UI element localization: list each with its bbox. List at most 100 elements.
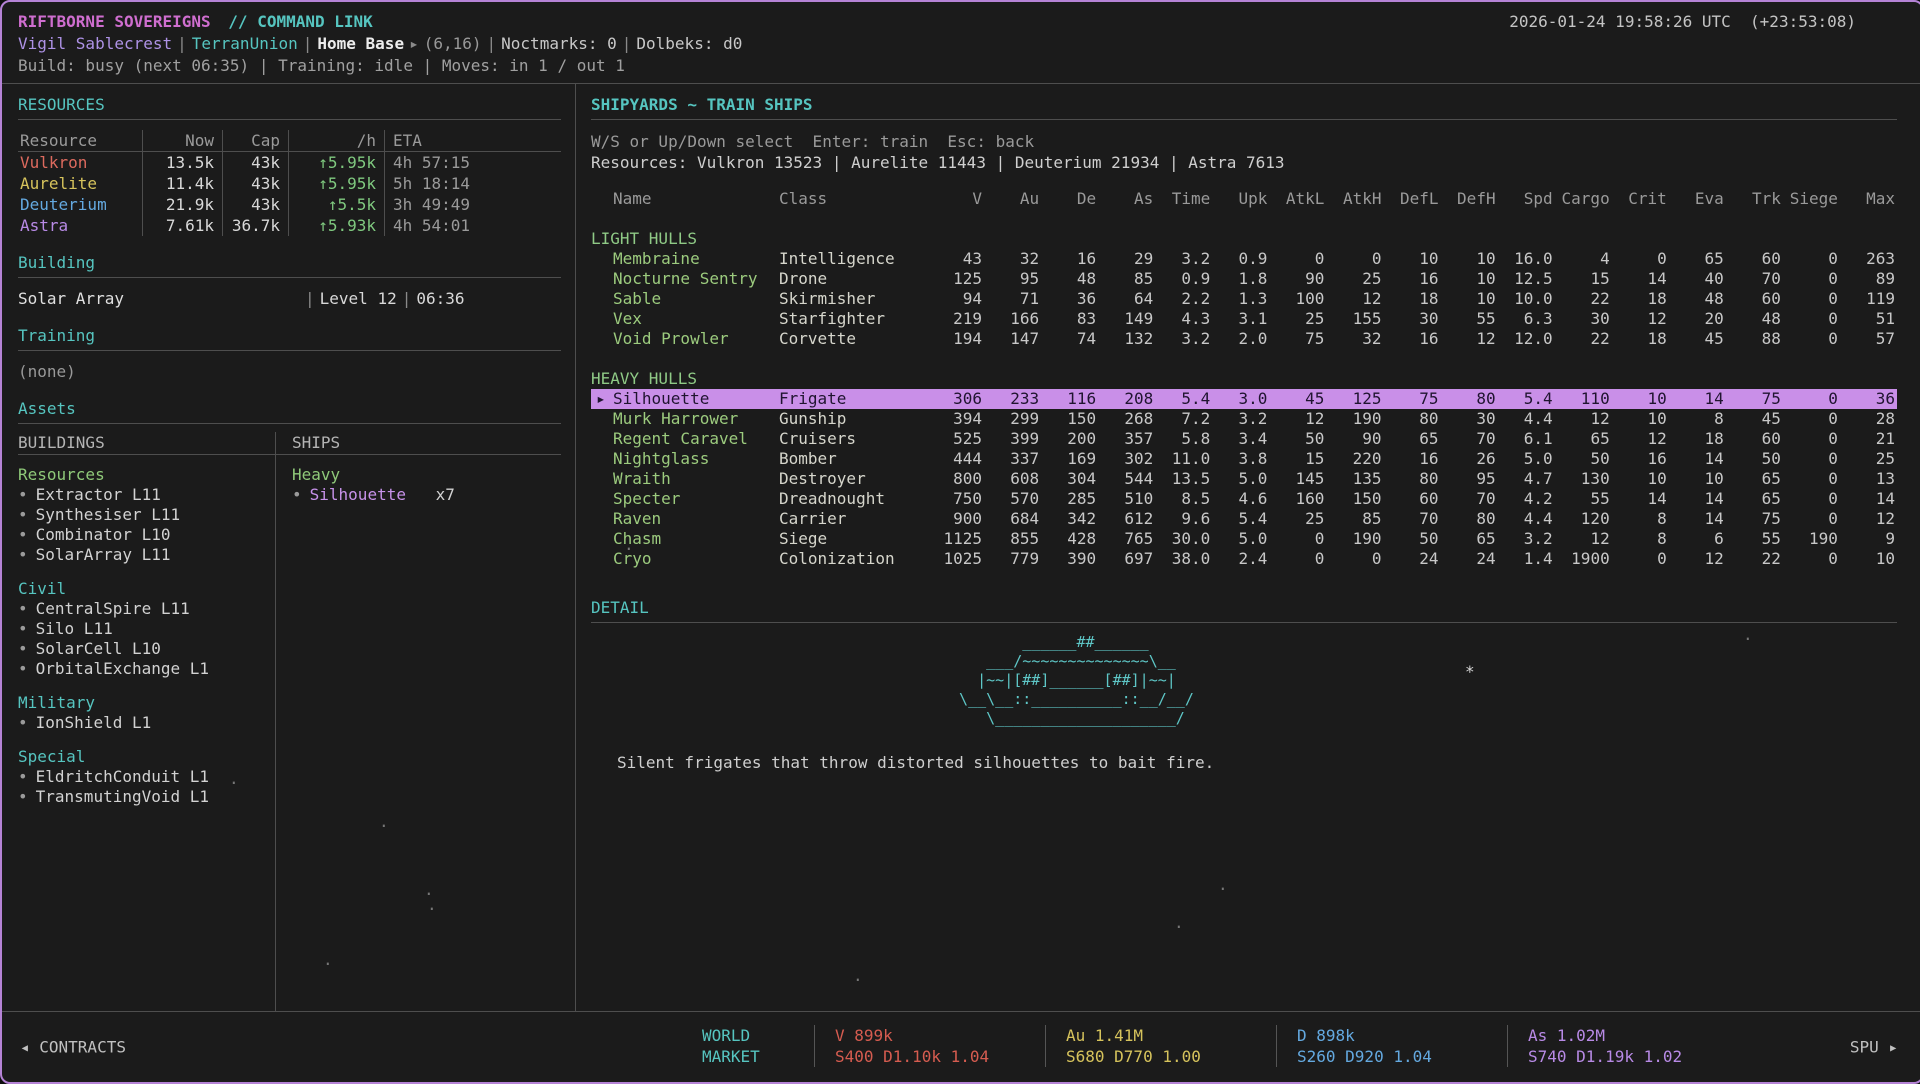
resource-name: Deuterium <box>18 194 142 215</box>
ship-stat: 10 <box>1612 389 1669 409</box>
ship-stat: 306 <box>927 389 984 409</box>
ship-class: Drone <box>779 269 927 289</box>
ship-row[interactable]: MembraineIntelligence433216293.20.900101… <box>591 249 1897 269</box>
ship-stat: 45 <box>1269 389 1326 409</box>
ship-stat: 80 <box>1441 389 1498 409</box>
ship-stat: 110 <box>1555 389 1612 409</box>
resource-row: Deuterium21.9k43k↑5.5k3h 49:49 <box>18 194 561 215</box>
ship-stat: 4.6 <box>1212 489 1269 509</box>
ship-row[interactable]: ChasmSiege112585542876530.05.0019050653.… <box>591 529 1897 549</box>
ship-stat: 125 <box>927 269 984 289</box>
ship-table-col-header: Time <box>1155 189 1212 209</box>
ship-stat: 147 <box>984 329 1041 349</box>
ship-stat: 149 <box>1098 309 1155 329</box>
resources-title: RESOURCES <box>18 94 561 115</box>
ship-stat: 1.3 <box>1212 289 1269 309</box>
spu-nav[interactable]: SPU ▸ <box>1850 1037 1898 1058</box>
ship-row[interactable]: Void ProwlerCorvette194147741323.22.0753… <box>591 329 1897 349</box>
ship-stat: 1.8 <box>1212 269 1269 289</box>
separator: | <box>482 34 502 53</box>
ship-stat: 190 <box>1326 529 1383 549</box>
ship-table-col-header: Max <box>1840 189 1897 209</box>
ship-stat: 11.0 <box>1155 449 1212 469</box>
dust-dot: . <box>379 814 389 830</box>
ship-stat: 1.4 <box>1498 549 1555 569</box>
ship-stat: 50 <box>1726 449 1783 469</box>
building-item: •Synthesiser L11 <box>18 505 265 525</box>
ship-stat: 2.4 <box>1212 549 1269 569</box>
ship-stat: 36 <box>1041 289 1098 309</box>
ship-class: Frigate <box>779 389 927 409</box>
ship-stat: 57 <box>1840 329 1897 349</box>
build-status-row: Build: busy (next 06:35) | Training: idl… <box>18 55 1906 76</box>
base-name: Home Base <box>317 34 404 53</box>
building-item: •OrbitalExchange L1 <box>18 659 265 679</box>
ship-row[interactable]: SableSkirmisher947136642.21.310012181010… <box>591 289 1897 309</box>
ship-stat: 0 <box>1612 549 1669 569</box>
shipyard-title: SHIPYARDS ~ TRAIN SHIPS <box>591 94 1897 115</box>
ship-row[interactable]: ▸SilhouetteFrigate3062331162085.43.04512… <box>591 389 1897 409</box>
keyboard-help: W/S or Up/Down select Enter: train Esc: … <box>591 131 1897 152</box>
ship-row[interactable]: NightglassBomber44433716930211.03.815220… <box>591 449 1897 469</box>
ship-stat: 10 <box>1669 469 1726 489</box>
resource-rate: ↑5.95k <box>288 173 384 194</box>
assets-panel: BUILDINGS SHIPS Resources•Extractor L11•… <box>18 432 561 1011</box>
ship-stat: 125 <box>1326 389 1383 409</box>
ship-row[interactable]: WraithDestroyer80060830454413.55.0145135… <box>591 469 1897 489</box>
ship-table-col-header: Cargo <box>1555 189 1612 209</box>
ship-stat: 30 <box>1555 309 1612 329</box>
ship-row[interactable]: Regent CaravelCruisers5253992003575.83.4… <box>591 429 1897 449</box>
ship-stat: 8 <box>1612 529 1669 549</box>
ship-stat: 95 <box>984 269 1041 289</box>
ship-stat: 268 <box>1098 409 1155 429</box>
ship-row[interactable]: VexStarfighter219166831494.33.1251553055… <box>591 309 1897 329</box>
dust-dot: . <box>229 771 239 787</box>
market-quote: As 1.02MS740 D1.19k 1.02 <box>1507 1025 1716 1067</box>
ship-class: Skirmisher <box>779 289 927 309</box>
ship-class: Bomber <box>779 449 927 469</box>
ship-stat: 612 <box>1098 509 1155 529</box>
ship-stat: 10 <box>1441 249 1498 269</box>
ship-stat: 65 <box>1383 429 1440 449</box>
ship-stat: 155 <box>1326 309 1383 329</box>
bullet-icon: • <box>18 713 28 732</box>
ship-name: Void Prowler <box>591 329 779 349</box>
resource-cap: 43k <box>222 152 288 173</box>
ship-stat: 399 <box>984 429 1041 449</box>
contracts-nav[interactable]: ◂ CONTRACTS <box>20 1037 126 1058</box>
ship-row[interactable]: CryoColonization102577939069738.02.40024… <box>591 549 1897 569</box>
ship-table-col-header: Upk <box>1212 189 1269 209</box>
resource-rate: ↑5.93k <box>288 215 384 236</box>
bullet-icon: • <box>18 619 28 638</box>
ship-stat: 4.7 <box>1498 469 1555 489</box>
resource-name: Vulkron <box>18 152 142 173</box>
ship-stat: 3.2 <box>1212 409 1269 429</box>
ship-stat: 3.2 <box>1498 529 1555 549</box>
ship-stat: 51 <box>1840 309 1897 329</box>
resource-now: 11.4k <box>142 173 222 194</box>
ship-stat: 65 <box>1555 429 1612 449</box>
ship-row[interactable]: SpecterDreadnought7505702855108.54.61601… <box>591 489 1897 509</box>
bullet-icon: • <box>18 505 28 524</box>
divider <box>18 119 561 120</box>
ship-name: Nightglass <box>591 449 779 469</box>
ship-stat: 0 <box>1783 549 1840 569</box>
ship-row[interactable]: RavenCarrier9006843426129.65.4258570804.… <box>591 509 1897 529</box>
fleet-ship-name: Silhouette <box>310 485 436 505</box>
ship-row[interactable]: Murk HarrowerGunship3942991502687.23.212… <box>591 409 1897 429</box>
ship-stat: 3.2 <box>1155 329 1212 349</box>
shipyard-panel: SHIPYARDS ~ TRAIN SHIPS W/S or Up/Down s… <box>576 84 1920 1011</box>
building-item-label: OrbitalExchange L1 <box>36 659 209 678</box>
ship-stat: 3.8 <box>1212 449 1269 469</box>
ship-stat: 16 <box>1383 329 1440 349</box>
ship-row[interactable]: Nocturne SentryDrone1259548850.91.890251… <box>591 269 1897 289</box>
ship-stat: 12 <box>1612 309 1669 329</box>
building-item-label: Silo L11 <box>36 619 113 638</box>
dust-dot: . <box>624 537 634 553</box>
ship-stat: 50 <box>1269 429 1326 449</box>
dust-dot: . <box>1174 915 1184 931</box>
resource-eta: 4h 54:01 <box>384 215 561 236</box>
ship-stat: 80 <box>1441 509 1498 529</box>
ship-stat: 0 <box>1783 389 1840 409</box>
ship-stat: 14 <box>1669 489 1726 509</box>
